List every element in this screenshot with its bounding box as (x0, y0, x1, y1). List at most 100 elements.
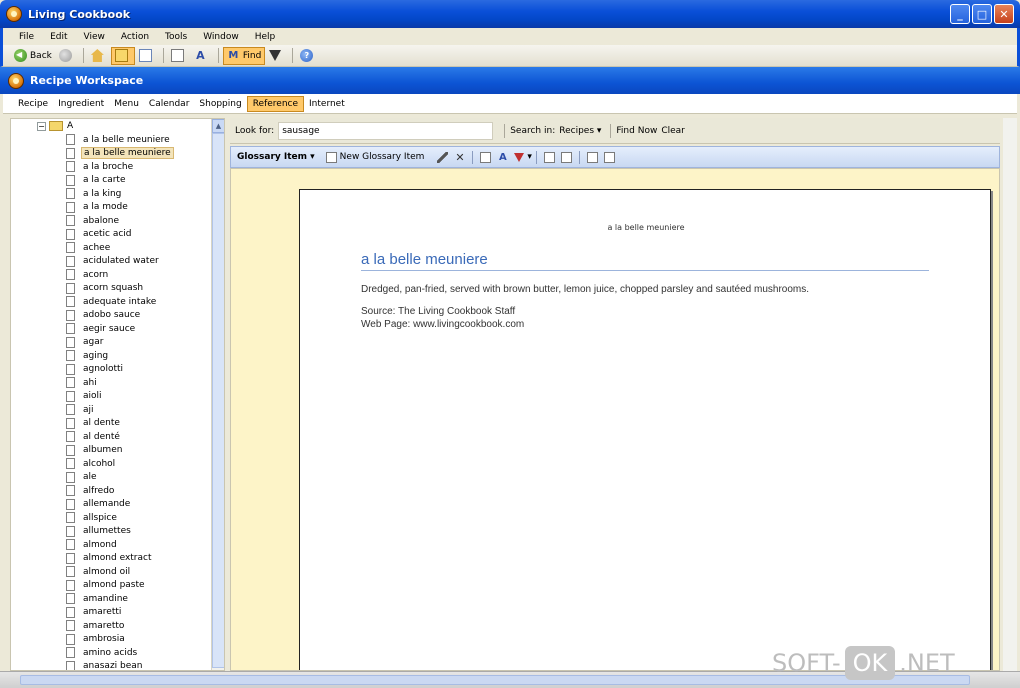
tree-item[interactable]: ahi (66, 376, 99, 389)
document-icon (170, 49, 184, 62)
tree-item[interactable]: ale (66, 471, 99, 484)
copy-icon[interactable] (586, 151, 598, 163)
edit-icon[interactable] (437, 151, 449, 163)
menu-help[interactable]: Help (247, 32, 284, 42)
tree-item-label: adequate intake (83, 296, 157, 307)
clear-button[interactable]: Clear (661, 126, 685, 136)
forward-button[interactable] (56, 47, 78, 65)
tree-item[interactable]: achee (66, 241, 112, 254)
tree-item[interactable]: allumettes (66, 525, 133, 538)
tree-item[interactable]: almond extract (66, 552, 154, 565)
tree-item[interactable]: agnolotti (66, 363, 125, 376)
menu-file[interactable]: File (11, 32, 42, 42)
page-web-link[interactable]: Web Page: www.livingcookbook.com (361, 319, 524, 330)
document-icon (66, 647, 75, 658)
delete-icon[interactable]: ✕ (454, 152, 465, 163)
document-icon (66, 255, 75, 267)
tree-item[interactable]: ambrosia (66, 633, 127, 646)
font-button[interactable]: A (191, 47, 213, 65)
glossary-item-menu[interactable]: Glossary Item ▾ (237, 152, 315, 162)
find-button[interactable]: M Find (222, 46, 266, 65)
tree-item[interactable]: allemande (66, 498, 132, 511)
tab-menu[interactable]: Menu (109, 97, 144, 111)
tab-calendar[interactable]: Calendar (144, 97, 194, 111)
print-button[interactable] (168, 47, 190, 65)
tree-scrollbar[interactable]: ▲ (211, 119, 224, 670)
tree-item[interactable]: a la broche (66, 160, 135, 173)
workspace-button[interactable] (110, 46, 135, 65)
tree-item[interactable]: almond (66, 538, 119, 551)
help-button[interactable]: ? (297, 47, 319, 65)
tree-item[interactable]: a la belle meuniere (66, 133, 172, 146)
tree-item[interactable]: aegir sauce (66, 322, 137, 335)
tree-item[interactable]: acorn squash (66, 282, 145, 295)
tree-item[interactable]: al dente (66, 417, 122, 430)
tree-root-node[interactable]: − A (37, 121, 73, 131)
document-icon (66, 377, 75, 388)
tree-item[interactable]: albumen (66, 444, 124, 457)
menu-tools[interactable]: Tools (157, 32, 195, 42)
close-button[interactable]: ✕ (994, 4, 1014, 24)
tab-recipe[interactable]: Recipe (13, 97, 53, 111)
collapse-icon[interactable]: − (37, 121, 46, 131)
glossary-tree[interactable]: − A a la belle meuniere a la belle meunie… (10, 118, 225, 671)
preview-icon[interactable] (543, 151, 555, 163)
tree-item[interactable]: acetic acid (66, 228, 134, 241)
menu-view[interactable]: View (76, 32, 113, 42)
tree-item-label: a la broche (83, 161, 134, 172)
tree-item[interactable]: adequate intake (66, 295, 158, 308)
tree-item[interactable]: amaretti (66, 606, 123, 619)
tree-item[interactable]: acorn (66, 268, 110, 281)
tree-item[interactable]: abalone (66, 214, 121, 227)
print-icon[interactable] (480, 151, 492, 163)
menu-window[interactable]: Window (195, 32, 247, 42)
tab-internet[interactable]: Internet (304, 97, 350, 111)
filter-icon[interactable] (514, 152, 525, 162)
filter-dropdown-icon[interactable]: ▾ (527, 152, 532, 162)
home-button[interactable] (88, 47, 110, 65)
tree-item[interactable]: acidulated water (66, 255, 161, 268)
content-scrollbar[interactable] (1003, 118, 1017, 671)
tree-item[interactable]: a la king (66, 187, 123, 200)
back-button[interactable]: Back (11, 47, 55, 65)
watermark-ok: OK (844, 646, 896, 680)
look-for-input[interactable]: sausage (278, 121, 494, 140)
scroll-thumb[interactable] (212, 133, 224, 668)
new-glossary-item-button[interactable]: New Glossary Item (323, 151, 424, 163)
tree-item[interactable]: anasazi bean (66, 660, 145, 670)
export-icon[interactable] (603, 151, 615, 163)
printer-icon[interactable] (560, 151, 572, 163)
tree-item[interactable]: adobo sauce (66, 309, 142, 322)
tab-ingredient[interactable]: Ingredient (53, 97, 109, 111)
filter-button[interactable] (266, 47, 287, 65)
tree-item[interactable]: alfredo (66, 484, 116, 497)
tab-shopping[interactable]: Shopping (194, 97, 246, 111)
menu-edit[interactable]: Edit (42, 32, 75, 42)
menu-action[interactable]: Action (113, 32, 157, 42)
maximize-button[interactable]: □ (972, 4, 992, 24)
tree-item[interactable]: al denté (66, 430, 122, 443)
tree-item[interactable]: almond paste (66, 579, 147, 592)
tree-item[interactable]: aioli (66, 390, 104, 403)
title-bar: Living Cookbook _ □ ✕ (0, 0, 1020, 28)
tree-item[interactable]: amandine (66, 592, 130, 605)
tree-item[interactable]: aji (66, 403, 96, 416)
tree-item[interactable]: agar (66, 336, 105, 349)
tab-reference[interactable]: Reference (246, 95, 305, 112)
font-icon[interactable]: A (497, 152, 508, 163)
pane-button[interactable] (136, 47, 158, 65)
minimize-button[interactable]: _ (950, 4, 970, 24)
tree-item[interactable]: amino acids (66, 646, 139, 659)
search-in-dropdown[interactable]: Recipes ▾ (559, 126, 601, 136)
tree-item[interactable]: a la belle meuniere (66, 147, 174, 160)
tree-item[interactable]: a la mode (66, 201, 130, 214)
tree-item[interactable]: alcohol (66, 457, 117, 470)
tree-item[interactable]: almond oil (66, 565, 132, 578)
find-now-button[interactable]: Find Now (616, 126, 657, 136)
tree-item[interactable]: aging (66, 349, 110, 362)
document-icon (66, 444, 75, 456)
tree-item[interactable]: allspice (66, 511, 119, 524)
tree-item[interactable]: a la carte (66, 174, 127, 187)
scroll-up-icon[interactable]: ▲ (212, 119, 224, 133)
tree-item[interactable]: amaretto (66, 619, 126, 632)
